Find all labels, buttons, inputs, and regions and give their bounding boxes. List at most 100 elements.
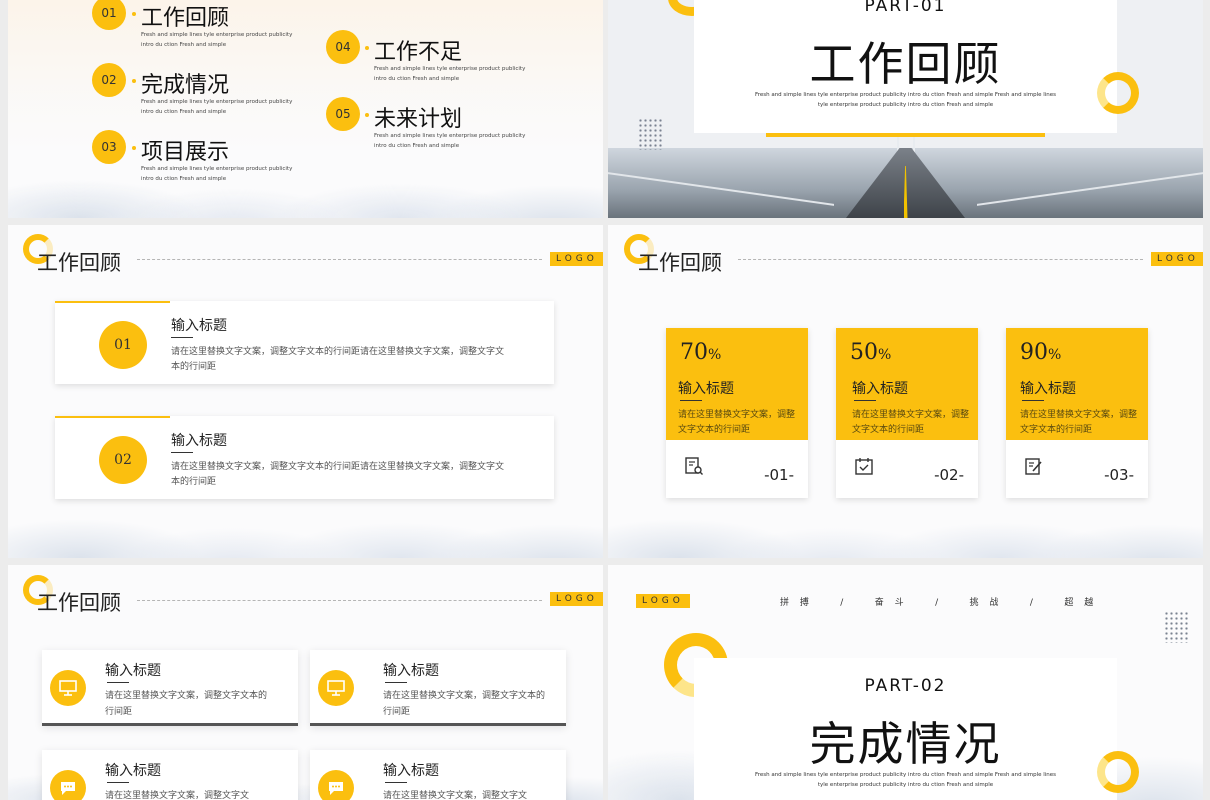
feature-icon-circle (50, 770, 86, 800)
item-title: 输入标题 (171, 433, 227, 449)
item-title: 输入标题 (171, 318, 227, 334)
slide-review-features[interactable]: 工作回顾 LOGO 输入标题 请在这里替换文字文案，调整文字文本的行间距 输入标… (8, 565, 603, 800)
item-desc: 请在这里替换文字文案，调整文字文本的行间距请在这里替换文字文案，调整文字文本的行… (171, 462, 505, 487)
title-underline (171, 337, 193, 338)
feature-card[interactable]: 输入标题 请在这里替换文字文案，调整文字文 (42, 750, 298, 800)
slide-title: 工作回顾 (638, 251, 722, 275)
title-underline (171, 452, 193, 453)
dot-grid-decoration (1164, 611, 1188, 643)
title-underline (854, 400, 876, 401)
list-card[interactable]: 01 输入标题 请在这里替换文字文案，调整文字文本的行间距请在这里替换文字文案，… (55, 301, 554, 384)
stat-title: 输入标题 (678, 381, 734, 397)
feature-card[interactable]: 输入标题 请在这里替换文字文案，调整文字文本的行间距 (310, 650, 566, 726)
stat-percent: 90% (1020, 340, 1061, 365)
agenda-title: 未来计划 (364, 101, 462, 133)
stat-card[interactable]: 50% 输入标题 请在这里替换文字文案，调整文字文本的行间距 -02- (836, 328, 978, 498)
slide-part-01[interactable]: PART-01 工作回顾 Fresh and simple lines tyle… (608, 0, 1203, 218)
stat-index: -02- (934, 466, 964, 484)
slide-title: 工作回顾 (37, 591, 121, 615)
calendar-check-icon (855, 458, 873, 475)
stat-index: -03- (1104, 466, 1134, 484)
stat-index: -01- (764, 466, 794, 484)
part-desc: Fresh and simple lines tyle enterprise p… (754, 772, 1057, 788)
part-title: 工作回顾 (809, 37, 1002, 91)
yellow-ring-decoration (1097, 751, 1139, 793)
motto-text: 拼 搏 / 奋 斗 / 挑 战 / 超 越 (780, 598, 1098, 608)
agenda-title: 工作回顾 (131, 0, 229, 32)
header-divider (137, 600, 542, 601)
agenda-number: 04 (326, 30, 360, 64)
feature-title: 输入标题 (105, 763, 161, 779)
agenda-title: 完成情况 (131, 67, 229, 99)
title-underline (107, 782, 129, 783)
part-desc: Fresh and simple lines tyle enterprise p… (754, 92, 1057, 108)
header-divider (137, 259, 542, 260)
title-underline (680, 400, 702, 401)
yellow-ring-decoration (1097, 72, 1139, 114)
presentation-icon (327, 680, 345, 696)
stat-value: 70 (680, 340, 708, 365)
yellow-underline (766, 133, 1045, 137)
agenda-desc: Fresh and simple lines tyle enterprise p… (374, 133, 526, 149)
chat-icon (61, 782, 75, 795)
dot-grid-decoration (638, 118, 662, 150)
stat-unit: % (878, 347, 892, 363)
title-underline (1022, 400, 1044, 401)
agenda-number: 02 (92, 63, 126, 97)
stat-desc: 请在这里替换文字文案，调整文字文本的行间距 (1020, 410, 1138, 435)
stat-unit: % (1048, 347, 1062, 363)
part-card: PART-01 工作回顾 Fresh and simple lines tyle… (694, 0, 1117, 133)
edit-note-icon (1025, 458, 1042, 475)
agenda-number: 05 (326, 97, 360, 131)
feature-desc: 请在这里替换文字文案，调整文字文本的行间距 (383, 691, 546, 717)
bridge-rail (608, 172, 835, 218)
bridge-rail (976, 172, 1203, 218)
agenda-title: 项目展示 (131, 134, 229, 166)
feature-card[interactable]: 输入标题 请在这里替换文字文案，调整文字文 (310, 750, 566, 800)
stat-percent: 70% (680, 340, 721, 365)
logo-badge: LOGO (550, 592, 603, 606)
title-underline (107, 682, 129, 683)
feature-icon-circle (318, 670, 354, 706)
agenda-desc: Fresh and simple lines tyle enterprise p… (141, 166, 293, 182)
feature-title: 输入标题 (383, 763, 439, 779)
header-divider (738, 259, 1143, 260)
slide-agenda[interactable]: 01 工作回顾 Fresh and simple lines tyle ente… (8, 0, 603, 218)
stat-title: 输入标题 (1020, 381, 1076, 397)
stat-title: 输入标题 (852, 381, 908, 397)
item-desc: 请在这里替换文字文案，调整文字文本的行间距请在这里替换文字文案，调整文字文本的行… (171, 347, 505, 372)
slide-review-percent[interactable]: 工作回顾 LOGO 70% 输入标题 请在这里替换文字文案，调整文字文本的行间距… (608, 225, 1203, 558)
agenda-title: 工作不足 (364, 34, 462, 66)
document-search-icon (685, 457, 703, 475)
stat-value: 90 (1020, 340, 1048, 365)
feature-icon-circle (318, 770, 354, 800)
logo-badge: LOGO (636, 594, 690, 608)
slide-review-list[interactable]: 工作回顾 LOGO 01 输入标题 请在这里替换文字文案，调整文字文本的行间距请… (8, 225, 603, 558)
slide-part-02[interactable]: LOGO 拼 搏 / 奋 斗 / 挑 战 / 超 越 PART-02 完成情况 … (608, 565, 1203, 800)
part-label: PART-02 (864, 676, 947, 696)
feature-desc: 请在这里替换文字文案，调整文字文 (383, 791, 528, 800)
part-label: PART-01 (864, 0, 947, 16)
title-underline (385, 682, 407, 683)
card-accent (55, 416, 170, 418)
agenda-number: 03 (92, 130, 126, 164)
logo-badge: LOGO (550, 252, 603, 266)
feature-icon-circle (50, 670, 86, 706)
feature-title: 输入标题 (105, 663, 161, 679)
chat-icon (329, 782, 343, 795)
item-number: 01 (99, 321, 147, 369)
bridge-photo (608, 133, 1203, 218)
feature-desc: 请在这里替换文字文案，调整文字文本的行间距 (105, 691, 268, 717)
presentation-icon (59, 680, 77, 696)
item-number: 02 (99, 436, 147, 484)
agenda-desc: Fresh and simple lines tyle enterprise p… (141, 99, 293, 115)
stat-card[interactable]: 90% 输入标题 请在这里替换文字文案，调整文字文本的行间距 -03- (1006, 328, 1148, 498)
list-card[interactable]: 02 输入标题 请在这里替换文字文案，调整文字文本的行间距请在这里替换文字文案，… (55, 416, 554, 499)
feature-title: 输入标题 (383, 663, 439, 679)
stat-percent: 50% (850, 340, 891, 365)
part-title: 完成情况 (809, 717, 1002, 771)
feature-card[interactable]: 输入标题 请在这里替换文字文案，调整文字文本的行间距 (42, 650, 298, 726)
agenda-desc: Fresh and simple lines tyle enterprise p… (374, 66, 526, 82)
stat-card[interactable]: 70% 输入标题 请在这里替换文字文案，调整文字文本的行间距 -01- (666, 328, 808, 498)
logo-badge: LOGO (1151, 252, 1203, 266)
